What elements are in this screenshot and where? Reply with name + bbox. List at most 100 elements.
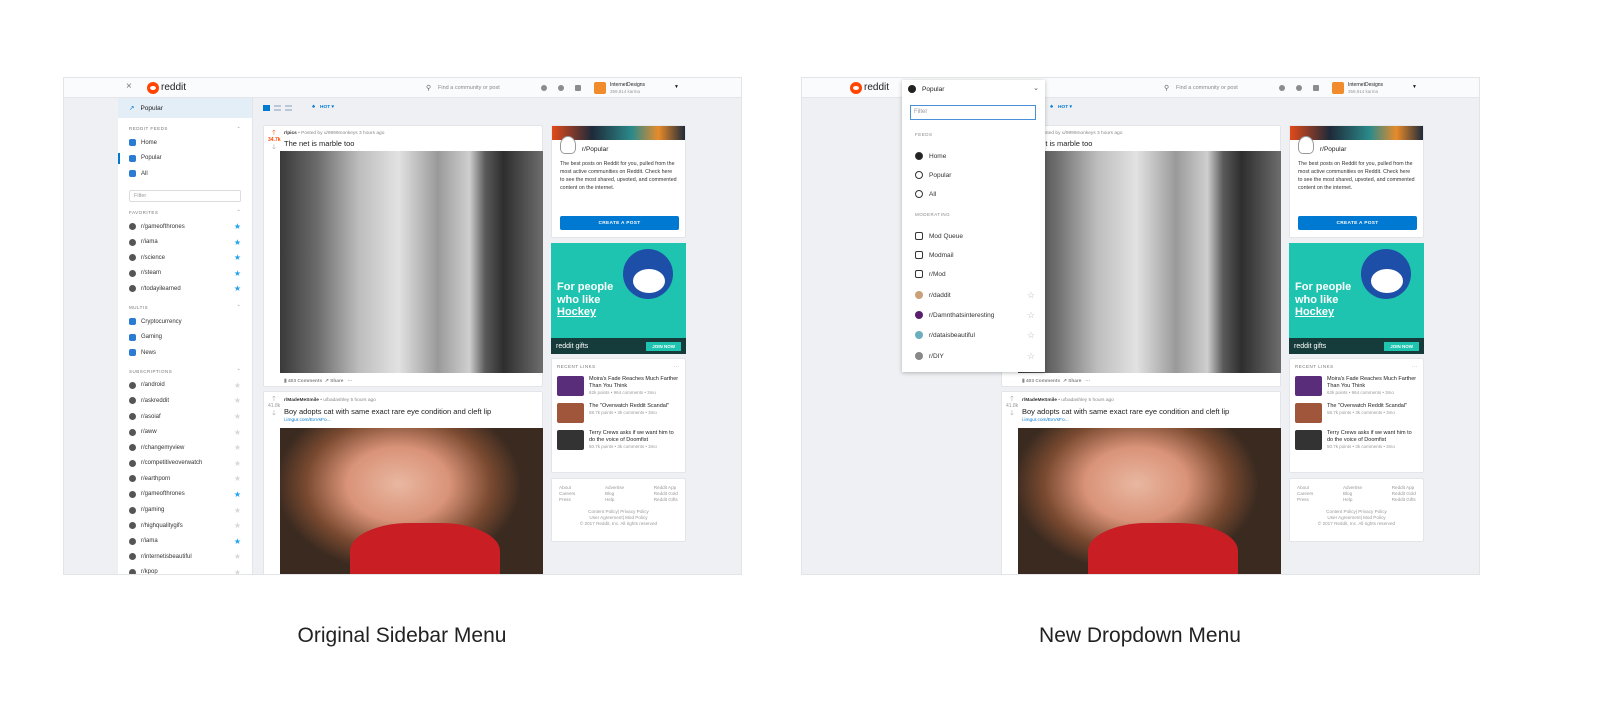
link-thumbnail[interactable]	[1295, 376, 1322, 396]
caret-down-icon[interactable]: ▼	[674, 84, 679, 90]
dropdown-filter-input[interactable]: Filter	[910, 105, 1036, 120]
post-title[interactable]: The net is marble too	[284, 139, 354, 148]
footer-link[interactable]: Help	[1343, 497, 1362, 503]
create-post-button[interactable]: CREATE A POST	[1298, 216, 1417, 230]
sidebar-item[interactable]: Cryptocurrency	[118, 314, 252, 330]
post-card[interactable]: 🡑 41.8k 🡓 r/MadeMeSmile • u/badashley 5 …	[1001, 391, 1281, 574]
section-label[interactable]: FAVORITES ⌃	[118, 206, 252, 219]
subreddit-link[interactable]: r/MadeMeSmile	[284, 398, 319, 403]
recent-link[interactable]: Terry Crews asks if we want him to do th…	[552, 430, 685, 450]
dropdown-item[interactable]: Mod Queue	[915, 230, 1035, 242]
star-icon[interactable]: ★	[234, 506, 241, 515]
link-thumbnail[interactable]	[557, 403, 584, 423]
more-button[interactable]: ···	[347, 379, 352, 384]
dropdown-item[interactable]: All	[915, 188, 1035, 200]
sidebar-item[interactable]: r/science ★	[118, 250, 252, 266]
chevron-up-icon[interactable]: ⌃	[237, 209, 241, 215]
footer-link[interactable]: Reddit Gifts	[1392, 497, 1416, 503]
ad-banner[interactable]: For people who like Hockey reddit gifts JOI…	[551, 243, 686, 354]
dropdown-item[interactable]: r/DIY ☆	[915, 350, 1035, 362]
sidebar-item[interactable]: r/android ★	[118, 378, 252, 394]
chevron-up-icon[interactable]: ⌄	[1033, 84, 1039, 92]
sidebar-item[interactable]: r/iama ★	[118, 533, 252, 549]
post-link[interactable]: i.imgur.com/ExVsFo...	[284, 418, 331, 423]
sidebar-item[interactable]: r/aww ★	[118, 424, 252, 440]
star-icon[interactable]: ★	[234, 284, 241, 293]
sidebar-item[interactable]: r/competitiveoverwatch ★	[118, 456, 252, 472]
current-feed[interactable]: ↗ Popular	[118, 98, 252, 118]
star-icon[interactable]: ★	[234, 396, 241, 405]
chevron-up-icon[interactable]: ⌃	[237, 126, 241, 132]
star-icon[interactable]: ★	[234, 222, 241, 231]
star-icon[interactable]: ☆	[1027, 310, 1035, 321]
link-thumbnail[interactable]	[1295, 403, 1322, 423]
link-title[interactable]: The "Overwatch Reddit Scandal"	[589, 403, 669, 410]
sidebar-item[interactable]: All	[118, 166, 252, 182]
sidebar-item[interactable]: Gaming	[118, 329, 252, 345]
classic-view-icon[interactable]	[274, 105, 281, 111]
link-thumbnail[interactable]	[557, 430, 584, 450]
more-button[interactable]: ···	[1085, 379, 1090, 384]
dropdown-item[interactable]: Popular	[915, 169, 1035, 181]
section-label[interactable]: REDDIT FEEDS ⌃	[118, 122, 252, 135]
avatar[interactable]	[594, 82, 606, 94]
chat-icon[interactable]	[558, 85, 564, 91]
dropdown-item[interactable]: Home	[915, 150, 1035, 162]
sort-dropdown[interactable]: HOT ▾	[320, 105, 334, 110]
downvote-icon[interactable]: 🡓	[268, 143, 280, 154]
sidebar-item[interactable]: r/highqualitygifs ★	[118, 518, 252, 534]
more-button[interactable]: ···	[674, 364, 680, 369]
star-icon[interactable]: ★	[234, 474, 241, 483]
join-now-button[interactable]: JOIN NOW	[646, 341, 681, 351]
star-icon[interactable]: ☆	[1027, 290, 1035, 301]
star-icon[interactable]: ★	[234, 568, 241, 574]
footer-link[interactable]: Help	[605, 497, 624, 503]
chevron-up-icon[interactable]: ⌃	[237, 304, 241, 310]
recent-link[interactable]: Moira's Fade Reaches Much Farther Than Y…	[1290, 376, 1423, 396]
star-icon[interactable]: ★	[234, 412, 241, 421]
post-image[interactable]	[280, 428, 543, 574]
create-post-button[interactable]: CREATE A POST	[560, 216, 679, 230]
chat-icon[interactable]	[1296, 85, 1302, 91]
link-title[interactable]: Moira's Fade Reaches Much Farther Than Y…	[1327, 376, 1418, 390]
recent-link[interactable]: The "Overwatch Reddit Scandal" 58.7k poin…	[552, 403, 685, 423]
sidebar-item[interactable]: News	[118, 345, 252, 361]
search-input[interactable]: Find a community or post	[1176, 85, 1238, 91]
search-input[interactable]: Find a community or post	[438, 85, 500, 91]
post-image[interactable]	[1018, 151, 1281, 373]
dropdown-item[interactable]: r/Damnthatsinteresting ☆	[915, 309, 1035, 321]
sidebar-item[interactable]: r/gaming ★	[118, 502, 252, 518]
shield-icon[interactable]	[541, 85, 547, 91]
link-title[interactable]: Terry Crews asks if we want him to do th…	[1327, 430, 1418, 444]
downvote-icon[interactable]: 🡓	[1006, 409, 1018, 420]
recent-link[interactable]: Moira's Fade Reaches Much Farther Than Y…	[552, 376, 685, 396]
share-button[interactable]: Share	[1068, 379, 1081, 384]
share-button[interactable]: Share	[330, 379, 343, 384]
recent-link[interactable]: The "Overwatch Reddit Scandal" 58.7k poin…	[1290, 403, 1423, 423]
post-title[interactable]: Boy adopts cat with same exact rare eye …	[284, 407, 491, 416]
footer-link[interactable]: Press	[559, 497, 575, 503]
star-icon[interactable]: ★	[234, 238, 241, 247]
footer-link[interactable]: Press	[1297, 497, 1313, 503]
mail-icon[interactable]	[1313, 85, 1319, 91]
downvote-icon[interactable]: 🡓	[268, 409, 280, 420]
post-image[interactable]	[280, 151, 543, 373]
star-icon[interactable]: ☆	[1027, 330, 1035, 341]
sidebar-item[interactable]: r/iama ★	[118, 234, 252, 250]
card-view-icon[interactable]	[263, 105, 270, 111]
link-thumbnail[interactable]	[1295, 430, 1322, 450]
star-icon[interactable]: ★	[234, 521, 241, 530]
sidebar-item[interactable]: r/gameofthrones ★	[118, 219, 252, 235]
sidebar-item[interactable]: r/steam ★	[118, 266, 252, 282]
sidebar-item[interactable]: r/gameofthrones ★	[118, 487, 252, 503]
chevron-up-icon[interactable]: ⌃	[237, 368, 241, 374]
star-icon[interactable]: ★	[234, 443, 241, 452]
caret-down-icon[interactable]: ▼	[1412, 84, 1417, 90]
username[interactable]: InternetDesigns	[610, 82, 645, 88]
star-icon[interactable]: ★	[234, 428, 241, 437]
sidebar-item[interactable]: r/todayilearned ★	[118, 281, 252, 297]
link-title[interactable]: Moira's Fade Reaches Much Farther Than Y…	[589, 376, 680, 390]
post-image[interactable]	[1018, 428, 1281, 574]
sidebar-item[interactable]: r/kpop ★	[118, 565, 252, 574]
sidebar-item[interactable]: r/earthporn ★	[118, 471, 252, 487]
